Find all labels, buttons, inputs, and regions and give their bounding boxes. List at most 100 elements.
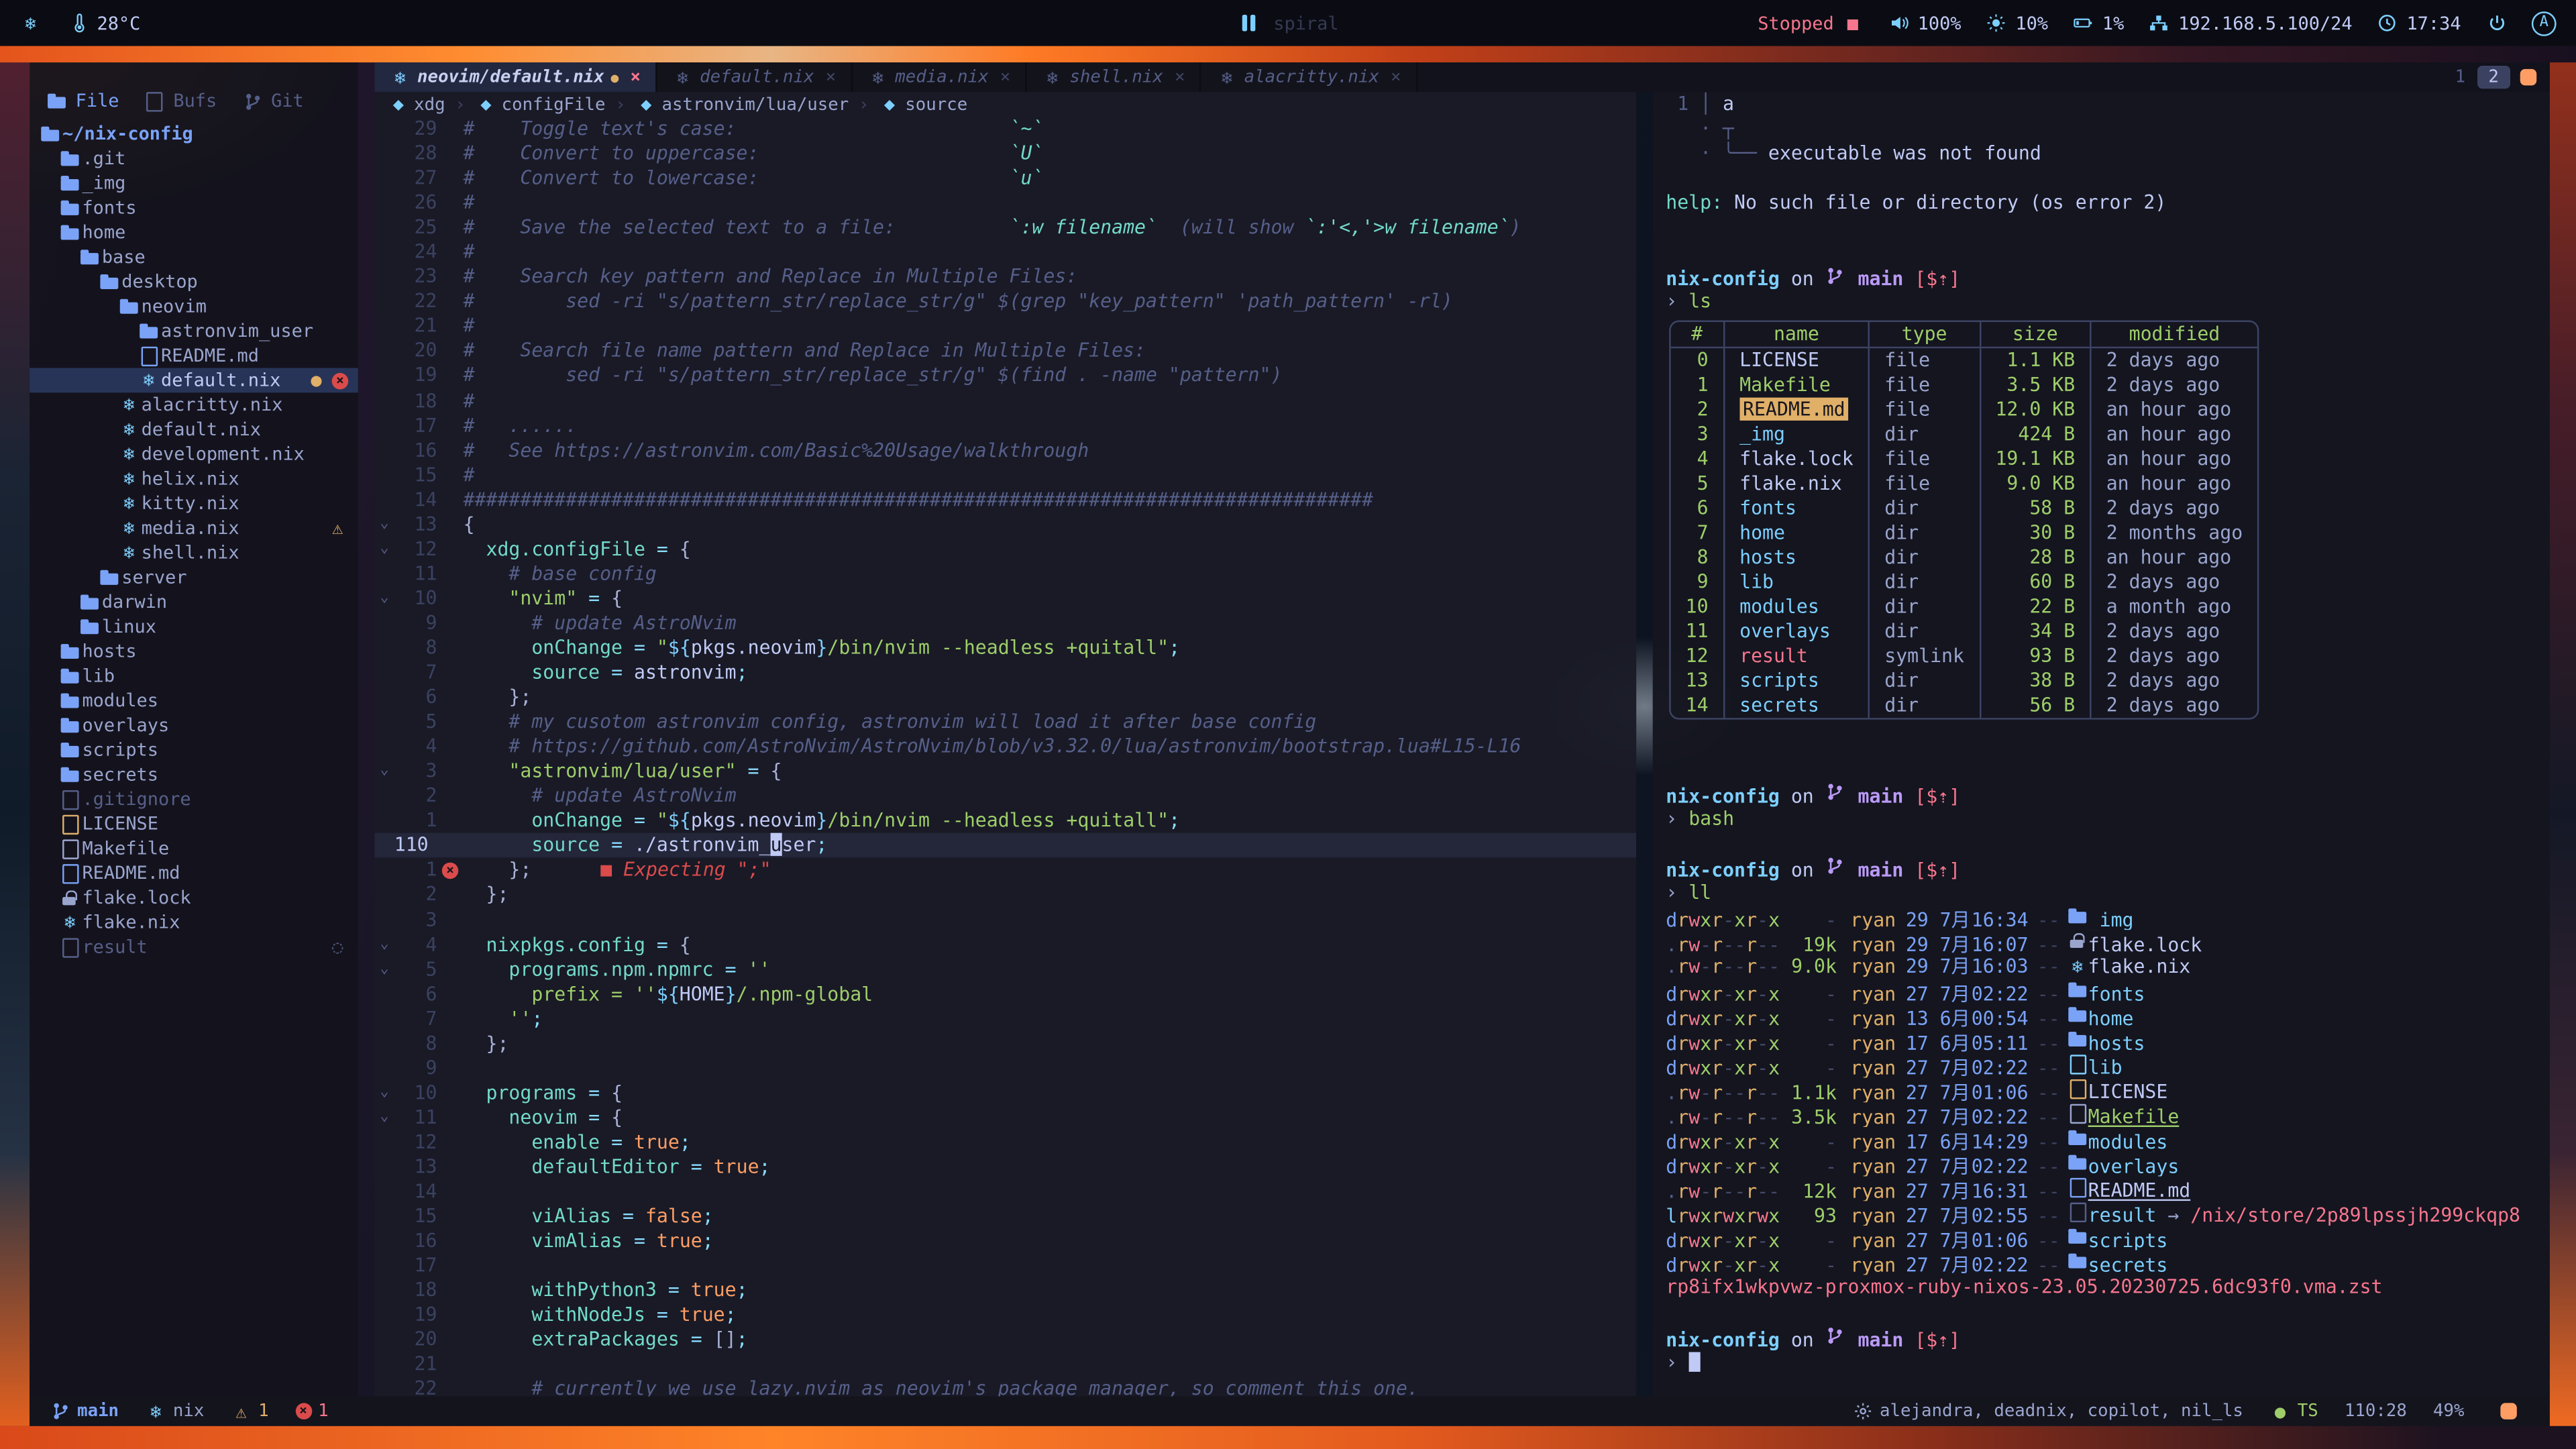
tree-item[interactable]: Makefile [30, 837, 358, 861]
editor-pane[interactable]: ◆xdg›◆configFile›◆astronvim/lua/user›◆so… [374, 92, 1636, 1396]
code-line[interactable]: 17# ...... [374, 413, 1636, 438]
tree-item[interactable]: LICENSE [30, 812, 358, 837]
close-buffer-icon[interactable]: × [826, 67, 836, 87]
temperature-widget[interactable]: 28°C [67, 12, 140, 34]
code-buffer[interactable]: 29# Toggle text's case: `~`28# Convert t… [374, 117, 1636, 1397]
code-line[interactable]: 20# Search file name pattern and Replace… [374, 339, 1636, 364]
tree-item[interactable]: secrets [30, 762, 358, 787]
code-line[interactable]: ⌄12 xdg.configFile = { [374, 537, 1636, 561]
tree-item[interactable]: flake.lock [30, 885, 358, 910]
code-line[interactable]: 4 # https://github.com/AstroNvim/AstroNv… [374, 735, 1636, 759]
code-line[interactable]: ⌄5 programs.npm.npmrc = '' [374, 957, 1636, 982]
code-line[interactable]: 19 withNodeJs = true; [374, 1303, 1636, 1328]
code-line[interactable]: 19# sed -ri "s/pattern_str/replace_str/g… [374, 364, 1636, 388]
tab-indicator-icon[interactable] [2520, 69, 2536, 85]
code-line[interactable]: 9 # update AstroNvim [374, 611, 1636, 636]
tree-item[interactable]: ❄development.nix [30, 442, 358, 467]
code-line[interactable]: 8 onChange = "${pkgs.neovim}/bin/nvim --… [374, 636, 1636, 661]
code-line[interactable]: 27# Convert to lowercase: `u` [374, 166, 1636, 191]
clock-widget[interactable]: 17:34 [2377, 12, 2461, 34]
code-line[interactable]: 26# [374, 191, 1636, 215]
code-line[interactable]: 29# Toggle text's case: `~` [374, 117, 1636, 142]
buffer-tab[interactable]: ❄alacritty.nix× [1201, 62, 1417, 92]
code-line[interactable]: 23# Search key pattern and Replace in Mu… [374, 265, 1636, 290]
code-line[interactable]: 13 defaultEditor = true; [374, 1155, 1636, 1180]
close-buffer-icon[interactable]: × [1000, 67, 1010, 87]
power-button[interactable] [2485, 12, 2507, 34]
code-line[interactable]: 5 # my cusotom astronvim config, astronv… [374, 710, 1636, 735]
tree-item[interactable]: lib [30, 663, 358, 688]
tree-item[interactable]: astronvim_user [30, 319, 358, 343]
code-line[interactable]: 14######################################… [374, 488, 1636, 513]
tree-item[interactable]: .gitignore [30, 787, 358, 812]
tree-item[interactable]: linux [30, 614, 358, 639]
code-line[interactable]: 6 prefix = ''${HOME}/.npm-global [374, 982, 1636, 1007]
brightness-widget[interactable]: 10% [1986, 12, 2048, 34]
code-line[interactable]: 15 viAlias = false; [374, 1204, 1636, 1229]
tree-item[interactable]: home [30, 220, 358, 245]
tree-item[interactable]: neovim [30, 294, 358, 319]
code-line[interactable]: 16# See https://astronvim.com/Basic%20Us… [374, 438, 1636, 463]
code-line[interactable]: 21# [374, 315, 1636, 339]
buffer-tab[interactable]: ❄default.nix× [657, 62, 852, 92]
code-line[interactable]: 22# sed -ri "s/pattern_str/replace_str/g… [374, 290, 1636, 315]
tree-item[interactable]: hosts [30, 639, 358, 664]
code-line[interactable]: 12 enable = true; [374, 1130, 1636, 1155]
code-line[interactable]: ⌄10 programs = { [374, 1081, 1636, 1106]
tree-item[interactable]: desktop [30, 270, 358, 294]
code-line[interactable]: 28# Convert to uppercase: `U` [374, 142, 1636, 166]
keyboard-layout-widget[interactable]: A [2532, 11, 2557, 36]
code-line[interactable]: 22 # currently we use lazy.nvim as neovi… [374, 1377, 1636, 1396]
code-line[interactable]: 14 [374, 1179, 1636, 1204]
code-line[interactable]: 8 }; [374, 1031, 1636, 1056]
tree-item[interactable]: ❄default.nix [30, 417, 358, 442]
tree-item[interactable]: ❄helix.nix [30, 467, 358, 492]
code-line[interactable]: 2 # update AstroNvim [374, 784, 1636, 809]
tree-item[interactable]: README.md [30, 343, 358, 368]
close-buffer-icon[interactable]: × [1175, 67, 1185, 87]
media-widget[interactable]: spiral [1237, 12, 1338, 34]
code-line[interactable]: 18 withPython3 = true; [374, 1279, 1636, 1303]
code-line[interactable]: 1× };■ Expecting ";" [374, 858, 1636, 883]
breadcrumb-item[interactable]: ◆astronvim/lua/user [635, 94, 849, 115]
timer-widget[interactable]: Stopped ■ [1758, 12, 1864, 34]
tree-item[interactable]: fonts [30, 195, 358, 220]
close-buffer-icon[interactable]: × [1391, 67, 1401, 87]
code-line[interactable]: 20 extraPackages = []; [374, 1328, 1636, 1353]
code-line[interactable]: 2 }; [374, 883, 1636, 908]
buffer-tab[interactable]: ❄media.nix× [853, 62, 1027, 92]
tree-item[interactable]: .git [30, 146, 358, 171]
code-line[interactable]: ⌄4 nixpkgs.config = { [374, 932, 1636, 957]
code-line[interactable]: 11 # base config [374, 561, 1636, 586]
tree-item[interactable]: result◌ [30, 934, 358, 959]
code-line[interactable]: 7 ''; [374, 1006, 1636, 1031]
volume-widget[interactable]: 100% [1888, 12, 1962, 34]
tree-item[interactable]: modules [30, 688, 358, 713]
tree-item[interactable]: ❄kitty.nix [30, 491, 358, 516]
tree-item[interactable]: overlays [30, 713, 358, 738]
tree-item[interactable]: server [30, 565, 358, 590]
sidebar-tab-git[interactable]: Git [241, 91, 304, 112]
code-line[interactable]: ⌄11 neovim = { [374, 1106, 1636, 1130]
code-line[interactable]: 110 source = ./astronvim_user; [374, 834, 1636, 859]
code-line[interactable]: 21 [374, 1352, 1636, 1377]
buffer-tab[interactable]: ❄shell.nix× [1027, 62, 1201, 92]
code-line[interactable]: 6 }; [374, 685, 1636, 710]
code-line[interactable]: 9 [374, 1056, 1636, 1081]
breadcrumb-item[interactable]: ◆source [879, 94, 967, 115]
tree-item[interactable]: ❄alacritty.nix [30, 392, 358, 417]
sidebar-tab-file[interactable]: File [46, 91, 119, 112]
code-line[interactable]: ⌄13{ [374, 512, 1636, 537]
tree-item[interactable]: ❄flake.nix [30, 910, 358, 935]
breadcrumb-item[interactable]: ◆configFile [475, 94, 605, 115]
tree-item[interactable]: ~/nix-config [30, 121, 358, 146]
code-line[interactable]: 18# [374, 388, 1636, 413]
buffer-tab[interactable]: ❄neovim/default.nix●× [374, 62, 657, 92]
terminal-pane[interactable]: 1 │ a · ┬ · ╰── executable was not found… [1653, 92, 2550, 1396]
tree-item[interactable]: ❄shell.nix [30, 541, 358, 566]
tree-item[interactable]: base [30, 245, 358, 270]
tree-item[interactable]: ❄default.nix●× [30, 368, 358, 393]
code-line[interactable]: 7 source = astronvim; [374, 661, 1636, 686]
code-line[interactable]: 3 [374, 908, 1636, 932]
code-line[interactable]: ⌄3 "astronvim/lua/user" = { [374, 759, 1636, 784]
